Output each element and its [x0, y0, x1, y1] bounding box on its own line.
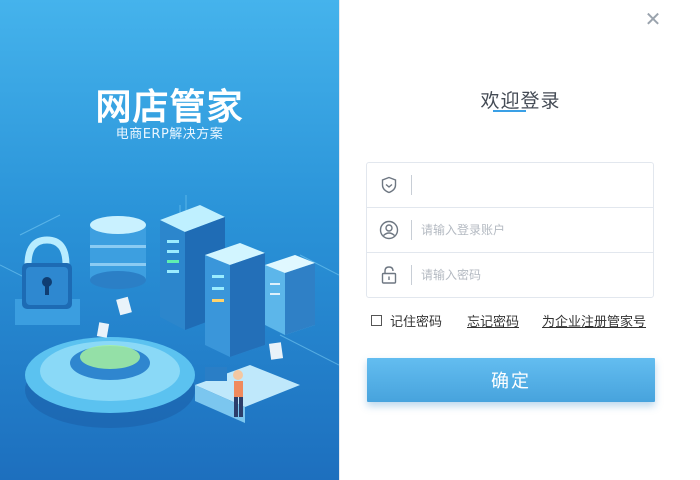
field-separator — [411, 265, 412, 285]
field-row-account — [367, 208, 653, 253]
login-form — [366, 162, 654, 298]
login-panel: ✕ 欢迎登录 请输入登录账户 记住密码 忘记密码 为企业注册管家号 确定 — [339, 0, 700, 480]
close-icon[interactable]: ✕ — [642, 8, 664, 30]
register-link[interactable]: 为企业注册管家号 — [542, 311, 646, 330]
confirm-button[interactable]: 确定 — [367, 358, 655, 402]
shield-icon — [367, 163, 411, 207]
field-row-password — [367, 253, 653, 297]
shield-input[interactable] — [419, 169, 653, 201]
field-separator — [411, 220, 412, 240]
brand-panel: 网店管家 电商ERP解决方案 — [0, 0, 339, 480]
server-illustration — [0, 195, 339, 428]
field-row-shield — [367, 163, 653, 208]
heading-underline — [493, 110, 526, 112]
login-options: 记住密码 忘记密码 为企业注册管家号 — [371, 311, 661, 331]
account-input[interactable] — [419, 214, 653, 246]
forgot-password-link[interactable]: 忘记密码 — [467, 311, 519, 330]
login-heading: 欢迎登录 — [480, 90, 561, 112]
field-separator — [411, 175, 412, 195]
brand-subtitle: 电商ERP解决方案 — [115, 127, 224, 142]
remember-label: 记住密码 — [390, 315, 443, 330]
remember-password[interactable]: 记住密码 — [371, 311, 442, 330]
user-icon — [367, 208, 411, 252]
password-input[interactable] — [419, 259, 653, 291]
remember-checkbox[interactable] — [371, 315, 382, 326]
lock-icon — [367, 253, 411, 297]
